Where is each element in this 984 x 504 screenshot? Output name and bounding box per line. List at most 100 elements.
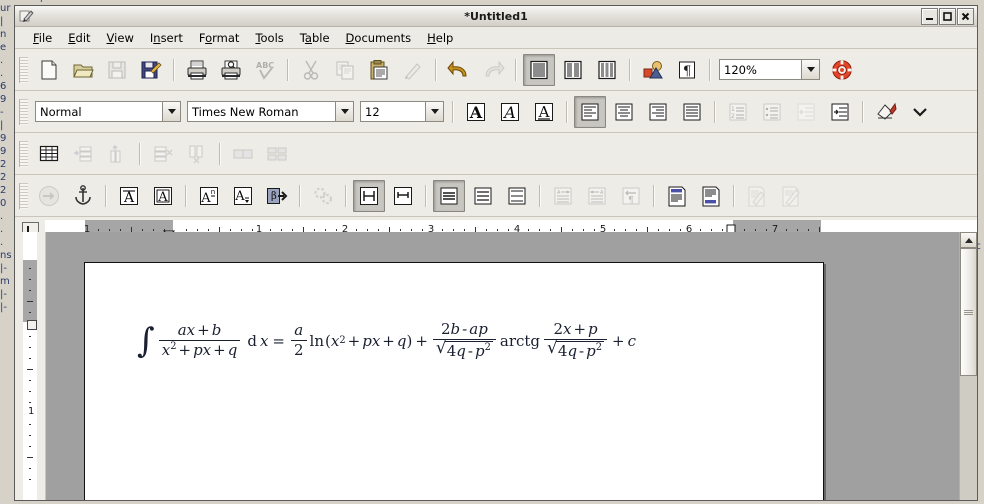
coefficient-fraction: a 2 <box>291 322 307 360</box>
underline-button[interactable]: A <box>528 96 560 128</box>
undo-button[interactable] <box>443 54 475 86</box>
window-controls <box>921 8 974 25</box>
insert-header-button[interactable] <box>661 180 693 212</box>
align-justify-button[interactable] <box>676 96 708 128</box>
line-spacing-single-button[interactable] <box>433 180 465 212</box>
paste-button[interactable] <box>363 54 395 86</box>
font-name-combo[interactable]: Times New Roman <box>187 101 354 122</box>
align-center-button[interactable] <box>608 96 640 128</box>
edit-document-b-button <box>775 180 807 212</box>
line-spacing-double-button[interactable] <box>501 180 533 212</box>
open-document-button[interactable] <box>67 54 99 86</box>
line-spacing-1-5-button[interactable] <box>467 180 499 212</box>
align-left-button[interactable] <box>574 96 606 128</box>
spellcheck-button: ABC <box>249 54 281 86</box>
document-page[interactable]: ∫ ax+b x2+px+q d x = a 2 ln ( x2 <box>84 262 824 500</box>
chevron-down-icon[interactable] <box>335 102 353 121</box>
help-lifering-button[interactable] <box>826 54 858 86</box>
toolbar-separator <box>185 185 187 207</box>
fill-color-button[interactable] <box>870 96 902 128</box>
insert-anchor-button[interactable] <box>67 180 99 212</box>
coefficient-numerator: a <box>291 322 306 340</box>
math-formula[interactable]: ∫ ax+b x2+px+q d x = a 2 ln ( x2 <box>137 321 636 360</box>
toolbar-separator <box>287 59 289 81</box>
plus-sign: + <box>348 332 361 350</box>
svg-text:A: A <box>157 190 168 205</box>
toolbar-grip[interactable] <box>19 183 28 209</box>
menu-item-tools[interactable]: Tools <box>247 29 291 47</box>
save-as-button[interactable] <box>135 54 167 86</box>
increase-indent-button[interactable] <box>824 96 856 128</box>
vertical-scroll-thumb[interactable] <box>960 248 977 376</box>
formatting-marks-button[interactable]: ¶ <box>671 54 703 86</box>
integral-sign: ∫ <box>137 329 155 355</box>
integrand-fraction: ax+b x2+px+q <box>159 322 241 360</box>
vertical-ruler[interactable]: 1 <box>15 232 46 500</box>
minus-sign: - <box>579 342 584 360</box>
center-horizontally-button[interactable] <box>353 180 385 212</box>
align-baseline-button[interactable] <box>387 180 419 212</box>
align-right-button[interactable] <box>642 96 674 128</box>
scroll-up-arrow[interactable] <box>960 232 977 248</box>
menu-item-table[interactable]: Table <box>292 29 338 47</box>
coef-p: p <box>193 341 203 359</box>
toolbar-separator <box>345 185 347 207</box>
zoom-combo[interactable]: 120% <box>719 59 820 80</box>
ordered-list-button[interactable]: 1 2 <box>722 96 754 128</box>
special-character-button[interactable]: β <box>261 180 293 212</box>
chevron-down-icon[interactable] <box>801 60 819 79</box>
toolbar-grip[interactable] <box>19 141 28 167</box>
menu-bar: FFileile Edit View Insert Format Tools T… <box>15 27 977 49</box>
toolbar-overflow-chevron[interactable] <box>904 96 936 128</box>
paragraph-style-value: Normal <box>36 105 162 119</box>
toolbar-grip[interactable] <box>19 99 28 125</box>
new-document-button[interactable] <box>33 54 65 86</box>
one-column-layout-button[interactable] <box>523 54 555 86</box>
toolbar-separator <box>566 101 568 123</box>
font-size-value: 12 <box>361 105 425 119</box>
superscript-button[interactable]: A n <box>193 180 225 212</box>
insert-table-button[interactable] <box>33 138 65 170</box>
menu-item-edit[interactable]: Edit <box>60 29 98 47</box>
toolbar-separator <box>173 59 175 81</box>
italic-button[interactable]: A <box>494 96 526 128</box>
insert-footer-button[interactable] <box>695 180 727 212</box>
toolbar-separator <box>714 101 716 123</box>
third-term-fraction: 2x+p √ 4q-p2 <box>544 321 607 360</box>
cut-button <box>295 54 327 86</box>
menu-item-format[interactable]: Format <box>191 29 248 47</box>
two-column-layout-button[interactable] <box>557 54 589 86</box>
text-direction-ltr-button: A <box>547 180 579 212</box>
toolbar-grip[interactable] <box>19 57 28 83</box>
chevron-down-icon[interactable] <box>162 102 180 121</box>
menu-item-help[interactable]: Help <box>419 29 461 47</box>
print-preview-button[interactable] <box>215 54 247 86</box>
coef-p: p <box>362 332 372 350</box>
menu-item-insert[interactable]: Insert <box>142 29 191 47</box>
unordered-list-button[interactable] <box>756 96 788 128</box>
paragraph-style-combo[interactable]: Normal <box>35 101 181 122</box>
number-2: 2 <box>441 320 451 338</box>
subscript-button[interactable]: A <box>227 180 259 212</box>
menu-item-documents[interactable]: Documents <box>338 29 420 47</box>
bold-button[interactable]: A <box>460 96 492 128</box>
plus-sign: + <box>382 332 395 350</box>
document-canvas[interactable]: ∫ ax+b x2+px+q d x = a 2 ln ( x2 <box>46 232 959 500</box>
print-button[interactable] <box>181 54 213 86</box>
drawing-shapes-button[interactable] <box>637 54 669 86</box>
integrand-denominator: x2+px+q <box>159 340 241 359</box>
minimize-button[interactable] <box>921 8 938 25</box>
vertical-scrollbar[interactable] <box>959 232 977 500</box>
vertical-indent-marker[interactable] <box>27 320 37 330</box>
menu-item-file[interactable]: FFileile <box>25 29 60 47</box>
maximize-button[interactable] <box>939 8 956 25</box>
menu-item-view[interactable]: View <box>99 29 142 47</box>
minus-sign: - <box>462 320 467 338</box>
close-button[interactable] <box>957 8 974 25</box>
three-column-layout-button[interactable] <box>591 54 623 86</box>
exponent-2: 2 <box>170 341 176 352</box>
font-size-combo[interactable]: 12 <box>360 101 444 122</box>
boxed-text-button[interactable]: A <box>147 180 179 212</box>
overline-text-button[interactable]: A <box>113 180 145 212</box>
chevron-down-icon[interactable] <box>425 102 443 121</box>
